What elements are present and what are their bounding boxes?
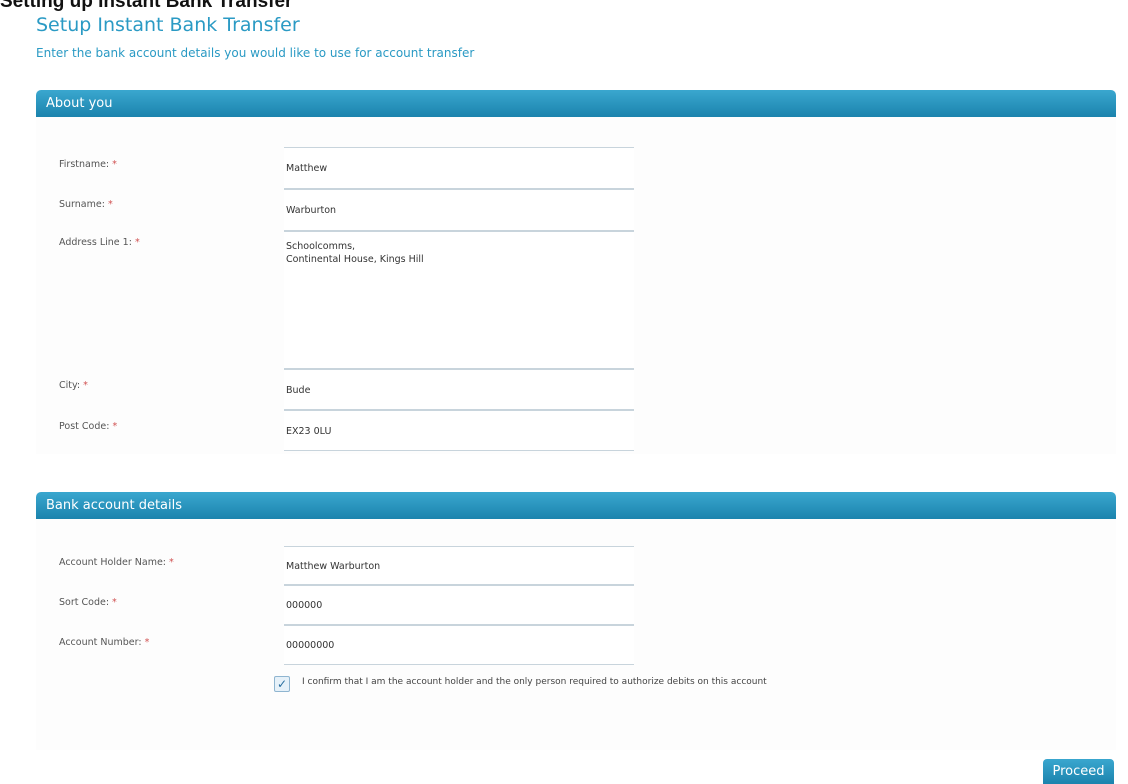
checkmark-icon: ✓ xyxy=(276,677,288,691)
firstname-label: Firstname: * xyxy=(59,159,117,170)
post-code-input[interactable]: EX23 0LU xyxy=(284,410,634,451)
about-you-section: About you Firstname: * Matthew Surname: … xyxy=(36,90,1116,454)
surname-input[interactable]: Warburton xyxy=(284,189,634,231)
city-input[interactable]: Bude xyxy=(284,369,634,410)
confirm-checkbox[interactable]: ✓ xyxy=(274,676,290,692)
required-marker: * xyxy=(144,637,150,648)
top-title: Setting up Instant Bank Transfer xyxy=(0,0,293,12)
required-marker: * xyxy=(169,557,174,568)
city-label: City: * xyxy=(59,380,88,391)
account-number-input[interactable]: 00000000 xyxy=(284,625,634,665)
surname-label: Surname: * xyxy=(59,199,113,210)
required-marker: * xyxy=(112,421,118,432)
post-code-label: Post Code: * xyxy=(59,421,118,432)
account-holder-name-input[interactable]: Matthew Warburton xyxy=(284,546,634,585)
account-holder-name-label: Account Holder Name: * xyxy=(59,557,174,568)
section-header-bank-details: Bank account details xyxy=(36,492,1116,519)
firstname-input[interactable]: Matthew xyxy=(284,147,634,189)
page-subtitle: Enter the bank account details you would… xyxy=(36,46,475,60)
confirm-text: I confirm that I am the account holder a… xyxy=(302,677,767,687)
required-marker: * xyxy=(134,237,140,248)
sort-code-input[interactable]: 000000 xyxy=(284,585,634,625)
account-number-label: Account Number: * xyxy=(59,637,150,648)
sort-code-label: Sort Code: * xyxy=(59,597,117,608)
required-marker: * xyxy=(112,159,117,170)
address-line-1-textarea[interactable]: Schoolcomms, Continental House, Kings Hi… xyxy=(284,231,634,369)
proceed-button[interactable]: Proceed xyxy=(1043,759,1114,784)
address-line-1-label: Address Line 1: * xyxy=(59,237,140,248)
bank-details-section: Bank account details Account Holder Name… xyxy=(36,492,1116,750)
required-marker: * xyxy=(83,380,88,391)
page-title: Setup Instant Bank Transfer xyxy=(36,14,300,36)
section-header-about-you: About you xyxy=(36,90,1116,117)
required-marker: * xyxy=(107,199,113,210)
required-marker: * xyxy=(112,597,117,608)
